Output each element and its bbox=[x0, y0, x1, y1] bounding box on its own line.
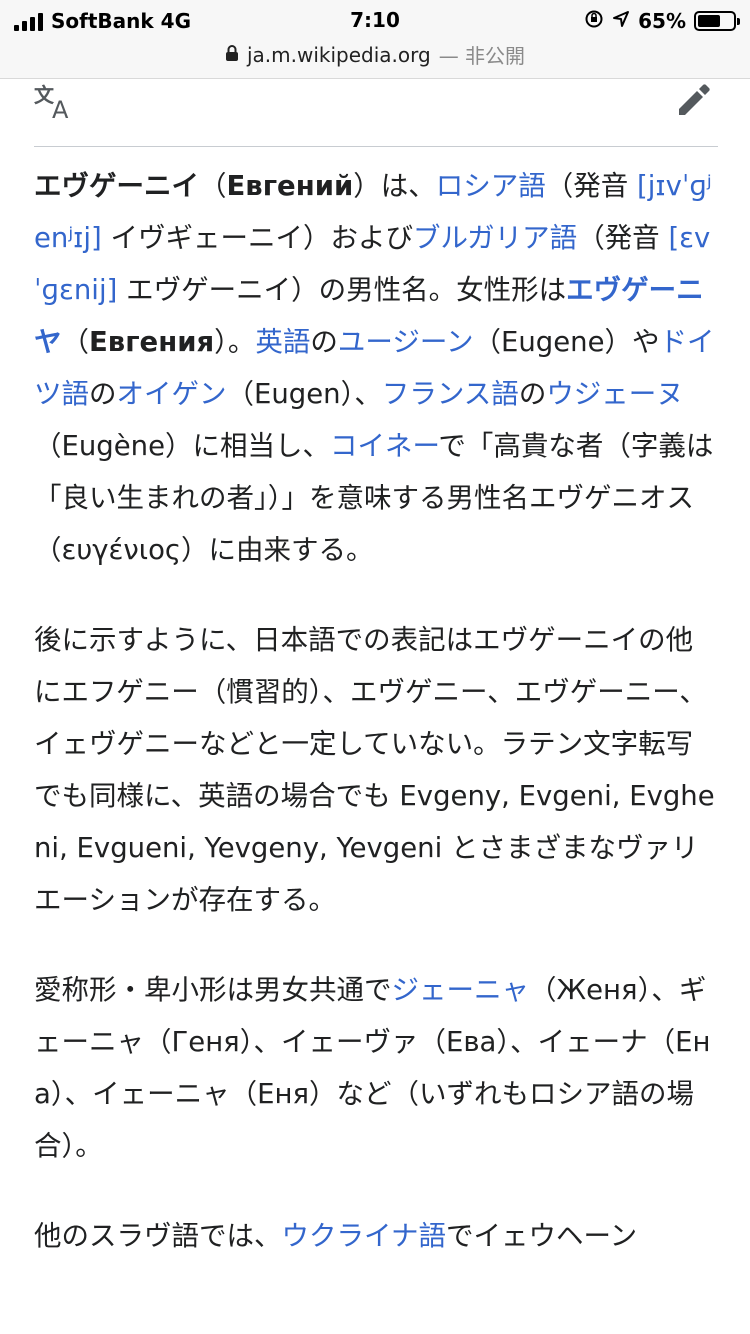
text-run: の bbox=[310, 326, 338, 358]
text-run: （発音 bbox=[577, 222, 669, 254]
text-run: の bbox=[89, 378, 117, 410]
text-run: 他のスラヴ語では、 bbox=[34, 1220, 282, 1252]
translate-icon: 文 A bbox=[34, 83, 69, 124]
text-run: （Eugen）、 bbox=[226, 378, 382, 410]
svg-text:A: A bbox=[52, 96, 69, 122]
text-run: ）。 bbox=[214, 326, 256, 358]
text-run: の bbox=[518, 378, 547, 410]
text-run: （発音 bbox=[545, 170, 637, 202]
text-run: （ bbox=[61, 326, 90, 358]
page-actions-toolbar: 文 A bbox=[34, 80, 718, 147]
text-run: 愛称形・卑小形は男女共通で bbox=[34, 974, 392, 1006]
bold-term: エヴゲーニイ bbox=[34, 170, 199, 202]
url-domain: ja.m.wikipedia.org bbox=[246, 42, 431, 67]
inline-link[interactable]: ロシア語 bbox=[436, 170, 546, 202]
text-run: （Eugène）に相当し、 bbox=[34, 430, 331, 462]
text-run: エヴゲーニイ）の男性名。女性形は bbox=[117, 274, 567, 306]
pencil-icon bbox=[679, 84, 710, 115]
text-run: イヴギェーニイ）および bbox=[101, 222, 413, 254]
location-icon bbox=[612, 9, 630, 33]
battery-percent: 65% bbox=[638, 9, 686, 33]
paragraph-variants: 後に示すように、日本語での表記はエヴゲーニイの他にエフゲニー（慣習的）、エヴゲニ… bbox=[34, 614, 718, 926]
inline-link[interactable]: ウジェーヌ bbox=[546, 378, 684, 410]
inline-link[interactable]: ジェーニャ bbox=[392, 974, 530, 1006]
inline-link[interactable]: 英語 bbox=[255, 326, 310, 358]
inline-link[interactable]: ウクライナ語 bbox=[282, 1220, 446, 1252]
bold-term: Евгения bbox=[89, 326, 215, 358]
url-bar[interactable]: ja.m.wikipedia.org — 非公開 bbox=[0, 40, 750, 69]
paragraph-diminutives: 愛称形・卑小形は男女共通でジェーニャ（Женя）、ギェーニャ（Геня）、イェー… bbox=[34, 964, 718, 1172]
text-run: ）は、 bbox=[353, 170, 436, 202]
inline-link[interactable]: オイゲン bbox=[117, 378, 227, 410]
text-run: でイェウヘーン bbox=[445, 1220, 638, 1252]
inline-link[interactable]: ユージーン bbox=[338, 326, 474, 358]
status-bar: SoftBank 4G 7:10 65% ja.m.wikipedia.org … bbox=[0, 0, 750, 79]
battery-icon bbox=[694, 11, 740, 31]
private-label: — 非公開 bbox=[438, 44, 526, 68]
inline-link[interactable]: コイネー bbox=[330, 430, 438, 462]
text-run: （ bbox=[199, 170, 227, 202]
bold-term: Евгений bbox=[226, 170, 354, 202]
rotation-lock-icon bbox=[584, 9, 604, 34]
text-run: （Eugene）や bbox=[473, 326, 660, 358]
language-button[interactable]: 文 A bbox=[34, 83, 80, 124]
edit-button[interactable] bbox=[674, 80, 718, 124]
inline-link[interactable]: ブルガリア語 bbox=[413, 222, 577, 254]
status-icons: 65% bbox=[584, 8, 740, 34]
inline-link[interactable]: フランス語 bbox=[382, 378, 519, 410]
lock-icon bbox=[225, 43, 239, 67]
paragraph-slavic: 他のスラヴ語では、ウクライナ語でイェウヘーン bbox=[34, 1210, 718, 1262]
text-run: 後に示すように、日本語での表記はエヴゲーニイの他にエフゲニー（慣習的）、エヴゲニ… bbox=[34, 624, 715, 916]
article-body: エヴゲーニイ（Евгений）は、ロシア語（発音 [jɪvˈɡʲenʲɪj] イ… bbox=[34, 160, 718, 1300]
paragraph-intro: エヴゲーニイ（Евгений）は、ロシア語（発音 [jɪvˈɡʲenʲɪj] イ… bbox=[34, 160, 718, 576]
